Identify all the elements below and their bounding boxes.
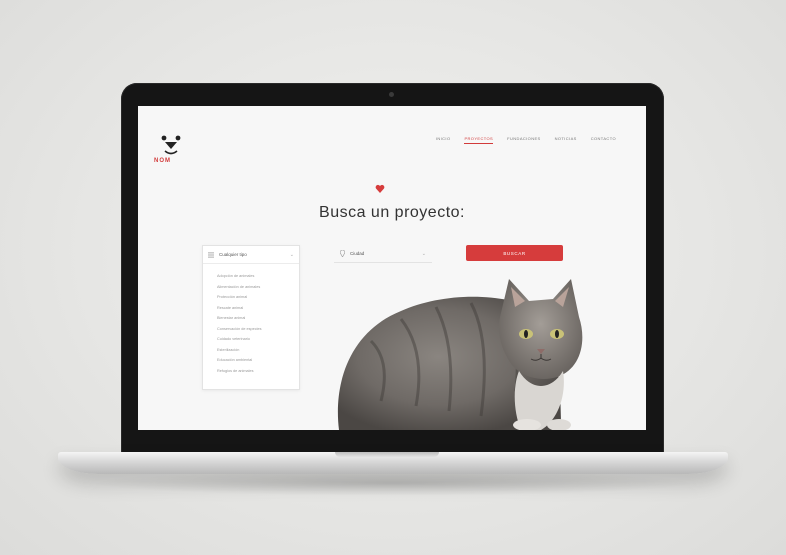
laptop-notch	[335, 452, 439, 457]
category-option[interactable]: Cuidado veterinario	[217, 334, 299, 345]
category-option[interactable]: Conservación de especies	[217, 324, 299, 335]
location-selected-value: Ciudad	[350, 251, 365, 256]
category-selected-value: Cualquier tipo	[219, 252, 247, 257]
category-option[interactable]: Rescate animal	[217, 303, 299, 314]
nav-item-inicio[interactable]: Inicio	[436, 136, 451, 144]
category-option[interactable]: Esterilización	[217, 345, 299, 356]
category-select[interactable]: Cualquier tipo ⌄	[203, 246, 299, 264]
chevron-down-icon: ⌄	[421, 250, 426, 257]
cat-photo	[337, 279, 583, 430]
category-options: Adopción de animales Alimentación de ani…	[203, 264, 299, 376]
location-pin-icon	[340, 250, 345, 257]
category-option[interactable]: Refugios de animales	[217, 366, 299, 377]
category-dropdown[interactable]: Cualquier tipo ⌄ Adopción de animales Al…	[202, 245, 300, 390]
category-option[interactable]: Alimentación de animales	[217, 282, 299, 293]
brand-name: NOM	[154, 158, 171, 164]
category-option[interactable]: Educación ambiental	[217, 355, 299, 366]
browser-screen: NOM Inicio Proyectos Fundaciones Noticia…	[138, 106, 646, 430]
location-select[interactable]: Ciudad ⌄	[334, 245, 432, 263]
search-button[interactable]: Buscar	[466, 245, 563, 261]
main-nav: Inicio Proyectos Fundaciones Noticias Co…	[436, 136, 616, 144]
bear-face-logo-icon[interactable]	[156, 130, 186, 170]
nav-item-proyectos[interactable]: Proyectos	[464, 136, 494, 144]
heart-icon	[375, 184, 385, 193]
chevron-down-icon: ⌄	[289, 251, 294, 258]
list-icon	[208, 252, 214, 257]
nav-item-contacto[interactable]: Contacto	[591, 136, 616, 144]
category-option[interactable]: Protección animal	[217, 292, 299, 303]
category-option[interactable]: Adopción de animales	[217, 271, 299, 282]
nav-item-noticias[interactable]: Noticias	[555, 136, 577, 144]
category-option[interactable]: Bienestar animal	[217, 313, 299, 324]
page-title: Busca un proyecto:	[319, 204, 465, 221]
nav-item-fundaciones[interactable]: Fundaciones	[507, 136, 541, 144]
camera-icon	[389, 92, 394, 97]
